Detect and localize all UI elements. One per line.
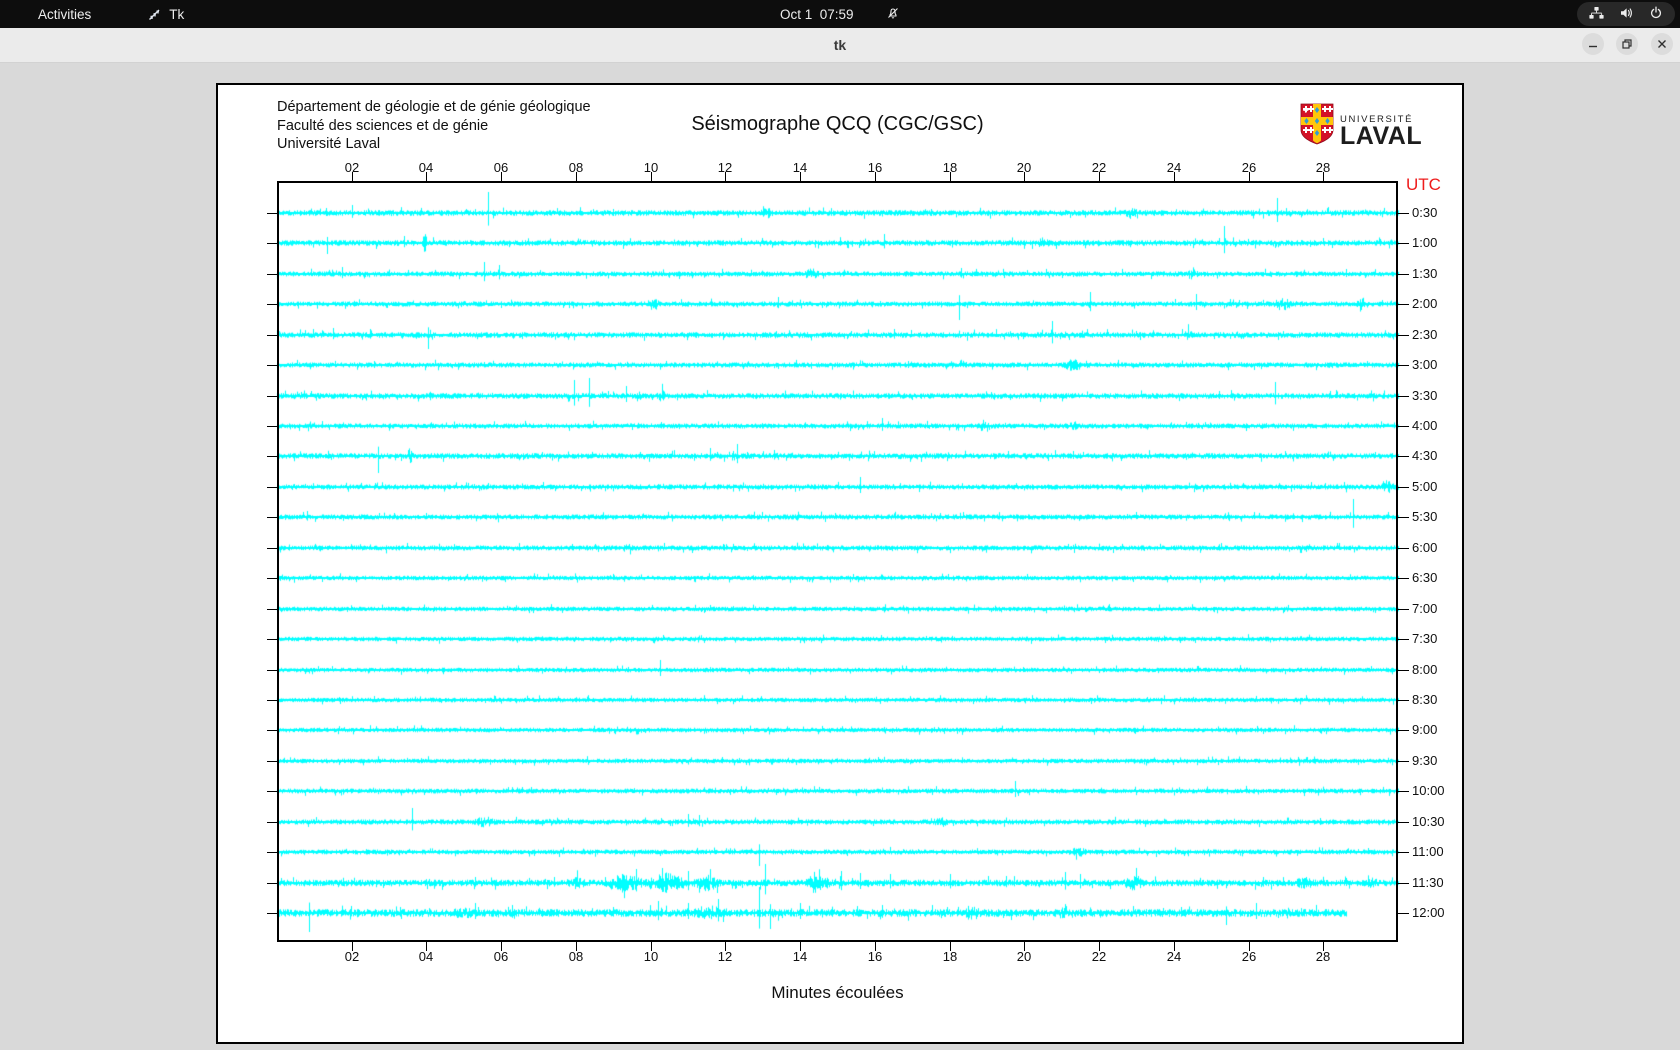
activities-button[interactable]: Activities xyxy=(30,5,99,24)
plot-title: Séismographe QCQ (CGC/GSC) xyxy=(277,113,1398,136)
laval-logo: UNIVERSITÉ LAVAL xyxy=(1300,103,1422,150)
clock-text: Oct 1 07:59 xyxy=(780,7,854,22)
focused-app-label: Tk xyxy=(169,7,184,22)
network-icon xyxy=(1589,6,1604,23)
close-button[interactable] xyxy=(1651,33,1673,55)
focused-app-indicator[interactable]: Tk xyxy=(147,7,184,22)
plot-border xyxy=(277,181,1398,942)
tk-app-icon xyxy=(147,7,162,22)
utc-label: UTC xyxy=(1406,175,1441,195)
x-axis-label: Minutes écoulées xyxy=(277,983,1398,1003)
minimize-button[interactable] xyxy=(1582,33,1604,55)
institution-line-3: Université Laval xyxy=(277,135,591,154)
notifications-muted-icon xyxy=(864,0,901,38)
system-status-area[interactable] xyxy=(1577,2,1675,26)
restore-button[interactable] xyxy=(1616,33,1638,55)
clock-menu[interactable]: Oct 1 07:59 xyxy=(780,0,900,38)
power-icon xyxy=(1649,6,1663,23)
logo-laval-text: LAVAL xyxy=(1340,125,1422,147)
volume-icon xyxy=(1619,6,1634,23)
top-bar: Activities Tk Oct 1 07:59 xyxy=(0,0,1680,28)
laval-shield-icon xyxy=(1300,103,1334,150)
